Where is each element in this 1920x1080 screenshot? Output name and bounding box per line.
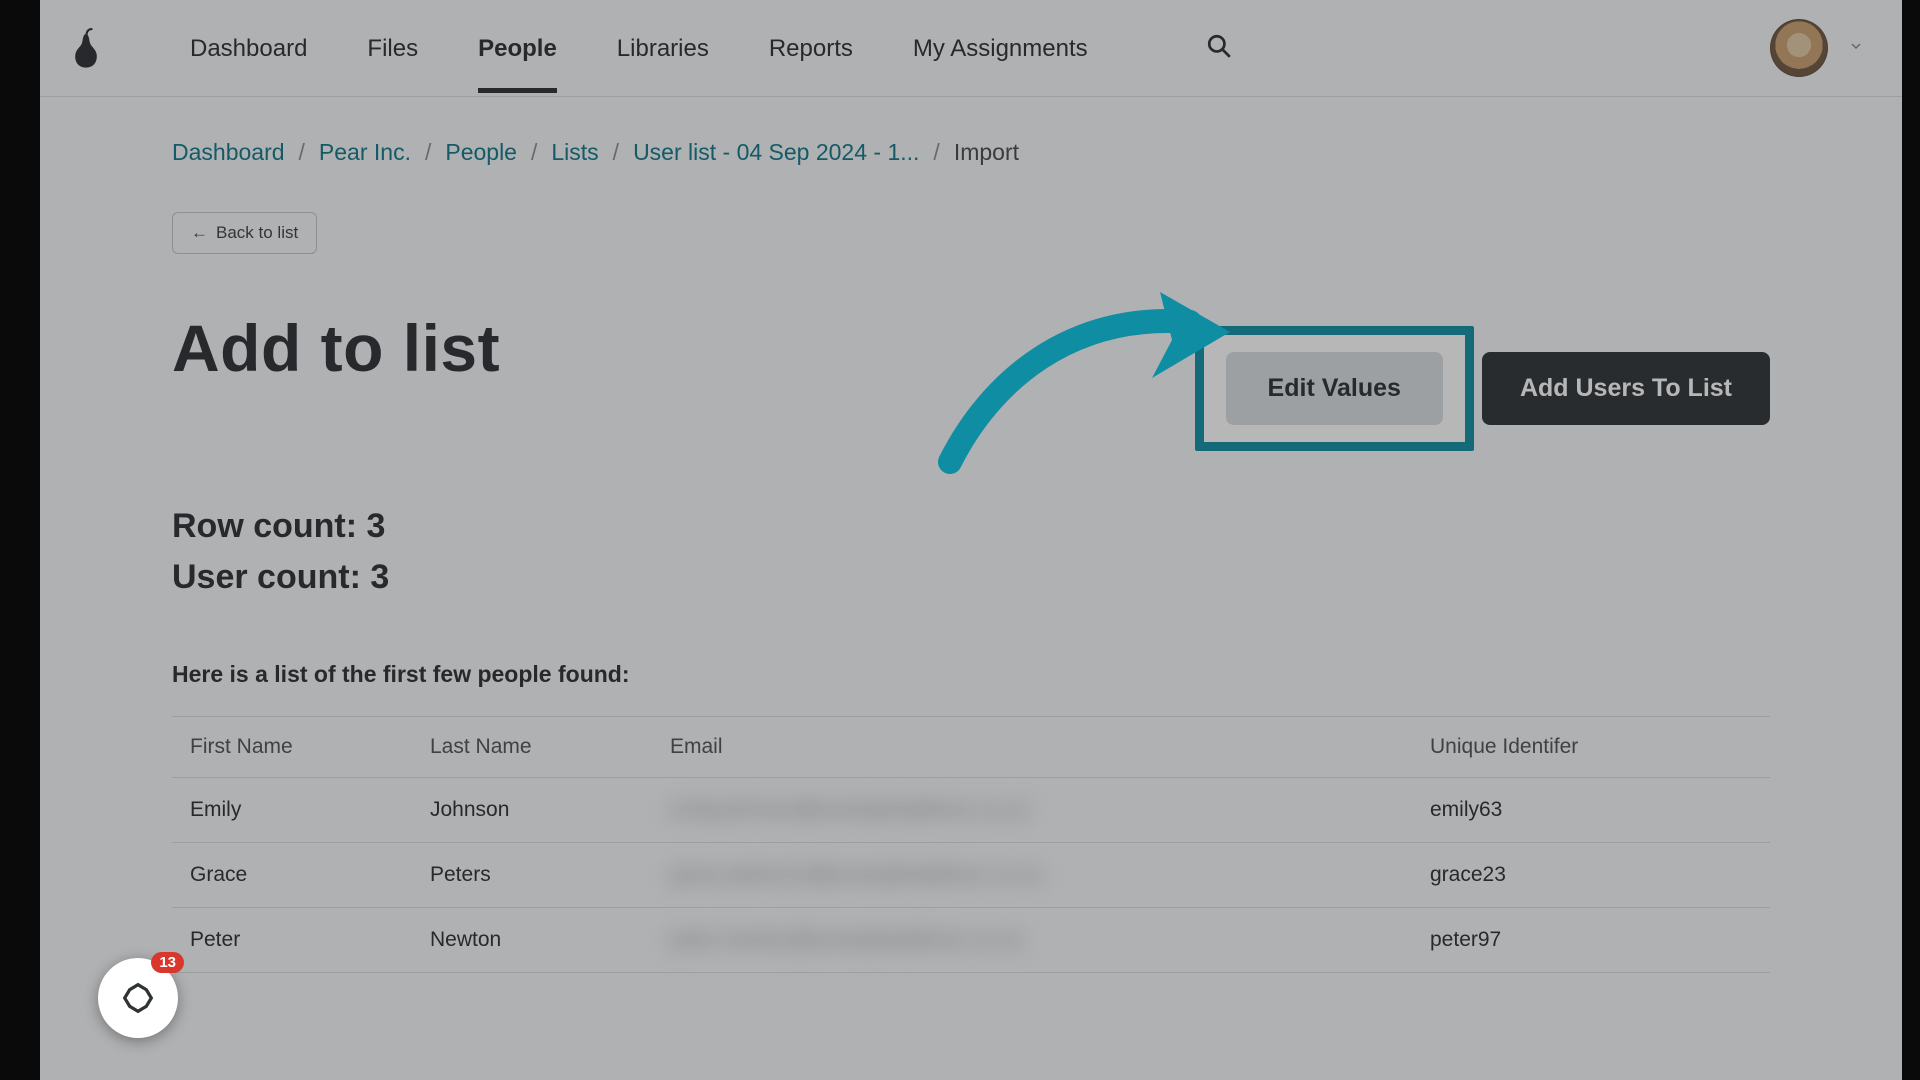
search-icon[interactable] <box>1206 33 1232 64</box>
people-table: First Name Last Name Email Unique Identi… <box>172 716 1770 973</box>
counts: Row count: 3 User count: 3 <box>172 501 1770 603</box>
back-to-list-button[interactable]: ← Back to list <box>172 212 317 254</box>
top-nav: Dashboard Files People Libraries Reports… <box>40 0 1902 97</box>
nav-people[interactable]: People <box>478 3 557 93</box>
avatar-icon <box>1770 19 1828 77</box>
user-count: User count: 3 <box>172 552 1770 603</box>
cell-email: emily.johnson@exampleaddress.co.za <box>652 778 1412 843</box>
cell-firstname: Peter <box>172 908 412 973</box>
nav-dashboard[interactable]: Dashboard <box>190 3 307 93</box>
cell-lastname: Peters <box>412 843 652 908</box>
cell-email: grace.peters12@exampleaddress.co.za <box>652 843 1412 908</box>
arrow-left-icon: ← <box>191 223 208 243</box>
row-count: Row count: 3 <box>172 501 1770 552</box>
user-menu[interactable] <box>1770 19 1864 77</box>
cell-lastname: Newton <box>412 908 652 973</box>
widget-badge: 13 <box>151 952 184 973</box>
nav-libraries[interactable]: Libraries <box>617 3 709 93</box>
nav-files[interactable]: Files <box>367 3 418 93</box>
th-uid: Unique Identifer <box>1412 717 1770 778</box>
nav-items: Dashboard Files People Libraries Reports… <box>190 3 1232 93</box>
crumb-listname[interactable]: User list - 04 Sep 2024 - 1... <box>633 139 919 166</box>
add-users-button[interactable]: Add Users To List <box>1482 352 1770 425</box>
nav-reports[interactable]: Reports <box>769 3 853 93</box>
edit-values-button[interactable]: Edit Values <box>1226 352 1443 425</box>
back-to-list-label: Back to list <box>216 223 298 243</box>
th-lastname: Last Name <box>412 717 652 778</box>
crumb-current: Import <box>954 139 1019 166</box>
table-lead: Here is a list of the first few people f… <box>172 661 1770 688</box>
crumb-dashboard[interactable]: Dashboard <box>172 139 285 166</box>
pear-logo-icon <box>70 24 102 72</box>
table-header-row: First Name Last Name Email Unique Identi… <box>172 717 1770 778</box>
crumb-org[interactable]: Pear Inc. <box>319 139 411 166</box>
cell-uid: peter97 <box>1412 908 1770 973</box>
table-row: Peter Newton peter.newton@exampleaddress… <box>172 908 1770 973</box>
cell-firstname: Emily <box>172 778 412 843</box>
page-title: Add to list <box>172 310 500 386</box>
th-email: Email <box>652 717 1412 778</box>
help-widget-button[interactable]: 13 <box>98 958 178 1038</box>
chevron-down-icon <box>1848 38 1864 59</box>
cell-lastname: Johnson <box>412 778 652 843</box>
action-buttons: Edit Values Add Users To List <box>1195 310 1770 451</box>
nav-myassignments[interactable]: My Assignments <box>913 3 1088 93</box>
edit-values-highlight: Edit Values <box>1195 326 1474 451</box>
cell-firstname: Grace <box>172 843 412 908</box>
th-firstname: First Name <box>172 717 412 778</box>
breadcrumb: Dashboard/ Pear Inc./ People/ Lists/ Use… <box>172 139 1770 166</box>
crumb-people[interactable]: People <box>445 139 517 166</box>
cell-uid: grace23 <box>1412 843 1770 908</box>
app-frame: Dashboard Files People Libraries Reports… <box>40 0 1902 1080</box>
table-row: Emily Johnson emily.johnson@exampleaddre… <box>172 778 1770 843</box>
table-row: Grace Peters grace.peters12@exampleaddre… <box>172 843 1770 908</box>
cell-uid: emily63 <box>1412 778 1770 843</box>
page-body: Dashboard/ Pear Inc./ People/ Lists/ Use… <box>40 97 1902 973</box>
cell-email: peter.newton@exampleaddress.co.za <box>652 908 1412 973</box>
crumb-lists[interactable]: Lists <box>551 139 598 166</box>
